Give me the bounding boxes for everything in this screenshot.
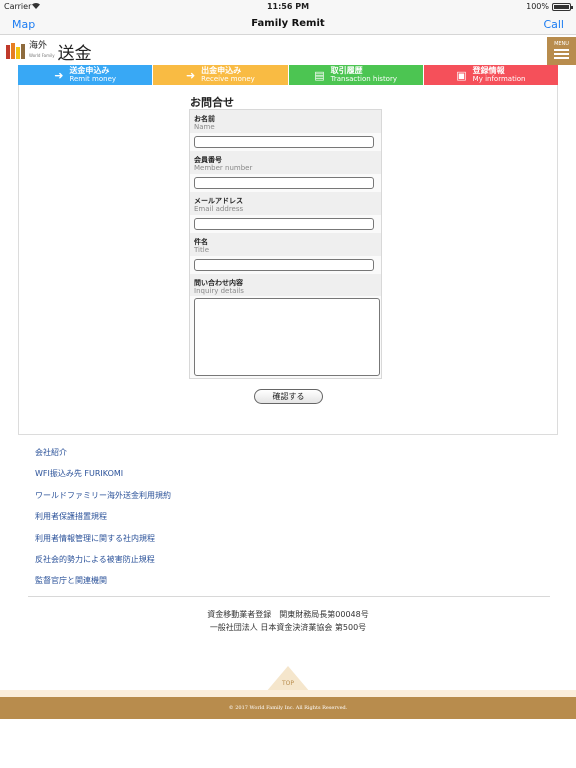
member-number-field[interactable] [194,177,374,189]
link-supervisory-agencies[interactable]: 監督官庁と関連機関 [35,575,171,596]
title-field[interactable] [194,259,374,271]
association-text: 一般社団法人 日本資金決済業協会 第500号 [209,623,367,632]
remit-icon: ➜ [54,68,64,82]
field-label-en: Email address [194,205,244,213]
tab-label-en: My information [472,75,526,83]
tab-label-jp: 取引履歴 [330,66,363,75]
link-company-intro[interactable]: 会社紹介 [35,447,171,468]
tab-label-jp: 出金申込み [201,66,242,75]
nav-title: Family Remit [251,18,325,29]
link-wfi-furikomi[interactable]: WFI振込み先 FURIKOMI [35,468,171,489]
tab-my-information[interactable]: ▣ 登録情報 My information [423,65,558,85]
tab-label-jp: 登録情報 [472,66,505,75]
hamburger-icon [554,49,569,59]
logo-big-text: 送金 [57,43,92,64]
status-time: 11:56 PM [266,2,310,11]
logo-small-text: 海外 World Family [29,41,55,61]
field-label-en: Title [194,246,210,254]
divider [28,596,550,597]
footer-band [0,690,576,697]
link-anti-social-forces[interactable]: 反社会的勢力による被害防止規程 [35,554,171,575]
navigation-bar: Map Family Remit Call [0,13,576,35]
page-title: お問合せ [190,96,234,109]
tab-remit-money[interactable]: ➜ 送金申込み Remit money [18,65,153,85]
battery-percent: 100% [526,2,549,11]
field-label-en: Member number [194,164,253,172]
id-card-icon: ▣ [456,68,467,82]
status-bar: Carrier 11:56 PM 100% [0,0,576,13]
link-user-protection[interactable]: 利用者保護措置規程 [35,511,171,532]
copyright: © 2017 World Family Inc. All Rights Rese… [0,697,576,719]
name-field[interactable] [194,136,374,148]
tab-label-en: Receive money [201,75,255,83]
confirm-button[interactable]: 確認する [254,389,323,404]
call-button[interactable]: Call [543,18,564,31]
menu-button[interactable]: MENU [547,37,576,65]
registration-text: 資金移動業者登録 関東財務局長第00048号 [207,610,369,619]
field-label-en: Inquiry details [194,287,244,295]
link-privacy-rules[interactable]: 利用者情報管理に関する社内規程 [35,533,171,554]
main-tabs: ➜ 送金申込み Remit money ➜ 出金申込み Receive mone… [18,65,558,85]
tab-label-jp: 送金申込み [69,66,110,75]
name-row: お名前 Name [190,110,381,151]
logo-mark-icon [6,43,26,59]
up-triangle-icon [266,666,310,692]
inquiry-row: 問い合わせ内容 Inquiry details [190,274,381,378]
logo-small-en: World Family [29,53,55,58]
email-row: メールアドレス Email address [190,192,381,233]
logo-small-jp: 海外 [29,41,48,51]
field-label-en: Name [194,123,215,131]
title-row: 件名 Title [190,233,381,274]
inquiry-details-field[interactable] [194,298,380,376]
footer-links: 会社紹介 WFI振込み先 FURIKOMI ワールドファミリー海外送金利用規約 … [35,447,171,597]
map-button[interactable]: Map [12,18,35,31]
top-label: TOP [281,680,294,687]
tab-label-en: Transaction history [330,75,397,83]
tab-transaction-history[interactable]: ▤ 取引履歴 Transaction history [288,65,423,85]
back-to-top-button[interactable]: TOP [266,666,310,692]
menu-label: MENU [554,41,569,47]
tab-receive-money[interactable]: ➜ 出金申込み Receive money [153,65,288,85]
link-terms-of-use[interactable]: ワールドファミリー海外送金利用規約 [35,490,171,511]
inquiry-form: お名前 Name 会員番号 Member number メールアドレス Emai… [189,109,382,379]
history-icon: ▤ [314,68,325,82]
site-logo[interactable]: 海外 World Family 送金 [6,40,92,64]
email-field[interactable] [194,218,374,230]
receive-icon: ➜ [185,68,196,82]
member-number-row: 会員番号 Member number [190,151,381,192]
battery-icon [552,3,573,11]
tab-label-en: Remit money [69,75,117,83]
